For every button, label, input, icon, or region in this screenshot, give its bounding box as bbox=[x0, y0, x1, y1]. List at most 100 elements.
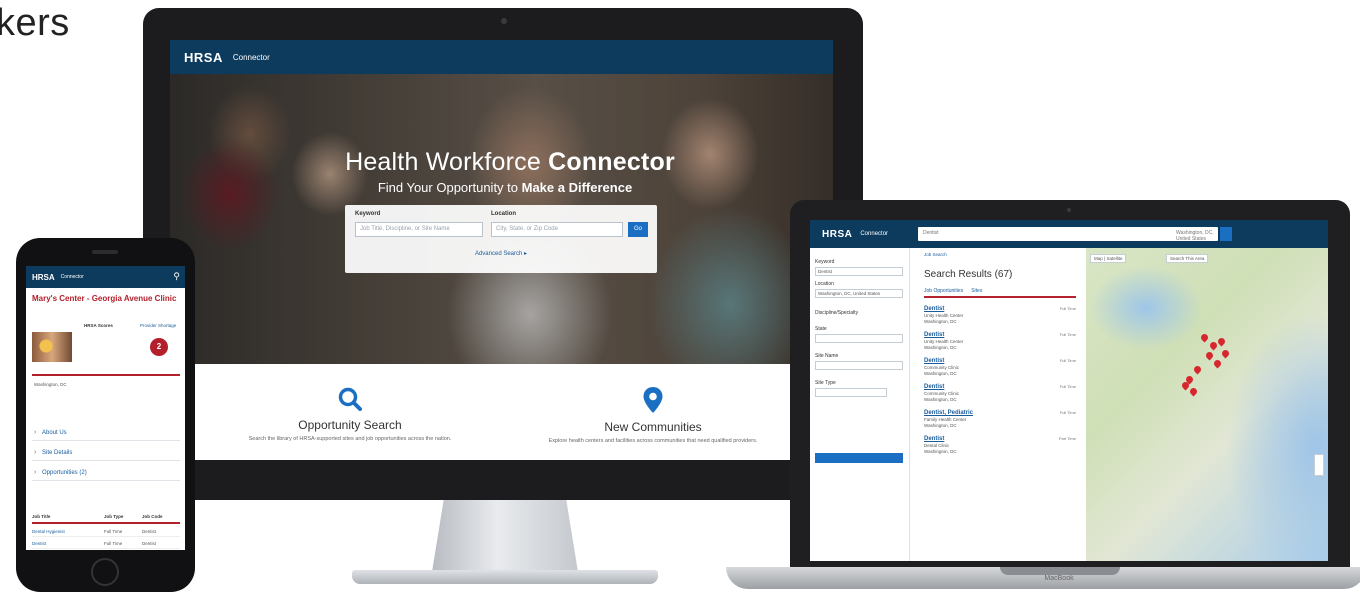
hrsa-logo[interactable]: HRSA bbox=[184, 50, 223, 65]
result-details: Dentist Community Clinic Washington, DC bbox=[924, 384, 1024, 402]
result-meta: Full Time bbox=[1059, 410, 1076, 415]
laptop-camera bbox=[1067, 208, 1071, 212]
map-pin[interactable] bbox=[1192, 364, 1203, 375]
result-item[interactable]: Dentist Unity Health Center Washington, DC… bbox=[924, 332, 1076, 350]
result-meta: Full Time bbox=[1059, 332, 1076, 337]
hero-banner: Health Workforce Connector Find Your Opp… bbox=[170, 74, 833, 364]
laptop-notch bbox=[1000, 567, 1120, 575]
result-meta: Full Time bbox=[1059, 358, 1076, 363]
tab-job-opportunities[interactable]: Job Opportunities bbox=[924, 288, 963, 294]
nav-about-us[interactable]: About Us bbox=[32, 426, 180, 441]
result-item[interactable]: Dentist Community Clinic Washington, DC Ful… bbox=[924, 358, 1076, 376]
result-line: Community Clinic bbox=[924, 391, 960, 396]
site-photo bbox=[32, 332, 72, 362]
filter-sidebar: Keyword Dentist Location Washington, DC,… bbox=[810, 248, 910, 561]
map-pin[interactable] bbox=[1188, 386, 1199, 397]
result-title-link[interactable]: Dentist bbox=[924, 332, 1024, 338]
mobile-search-icon[interactable]: ⚲ bbox=[173, 271, 180, 282]
advanced-search-link[interactable]: Advanced Search ▸ bbox=[345, 250, 657, 257]
header-search-location: Washington, DC, United States bbox=[1176, 230, 1214, 242]
feature-opportunity-search[interactable]: Opportunity Search Search the library of… bbox=[200, 386, 500, 442]
hero-subtitle-plain: Find Your Opportunity to bbox=[377, 180, 522, 195]
hero-subtitle-bold: Make a Difference bbox=[521, 180, 633, 195]
filter-discipline-label: Discipline/Specialty bbox=[815, 310, 859, 316]
result-item[interactable]: Dentist, Pediatric Family Health Center Wa… bbox=[924, 410, 1076, 428]
product-name: Connector bbox=[232, 52, 270, 62]
nav-opportunities[interactable]: Opportunities (2) bbox=[32, 466, 180, 481]
result-title-link[interactable]: Dentist bbox=[924, 384, 1024, 390]
mobile-site-header: HRSA Connector ⚲ bbox=[26, 266, 185, 288]
header-search-input[interactable]: Dentist Washington, DC, United States bbox=[918, 227, 1218, 242]
monitor-base bbox=[352, 570, 658, 584]
shortage-score-badge: 2 bbox=[150, 338, 168, 356]
search-icon bbox=[338, 387, 362, 411]
feature-title: Opportunity Search bbox=[298, 418, 402, 432]
map-pin[interactable] bbox=[1199, 332, 1210, 343]
filter-site-name-input[interactable] bbox=[815, 361, 903, 370]
result-title-link[interactable]: Dentist bbox=[924, 436, 1024, 442]
result-details: Dentist Unity Health Center Washington, DC bbox=[924, 306, 1024, 324]
filter-state-select[interactable] bbox=[815, 334, 903, 343]
map-pin[interactable] bbox=[1212, 358, 1223, 369]
result-line: Dental Clinic bbox=[924, 443, 950, 448]
map-type-chip[interactable]: Map | Satellite bbox=[1090, 254, 1127, 263]
map-pin[interactable] bbox=[1216, 336, 1227, 347]
cell-job-title[interactable]: Dental Hygienist bbox=[32, 529, 104, 536]
desktop-screen: HRSA Connector Health Workforce Connecto… bbox=[170, 40, 833, 460]
result-meta: Full Time bbox=[1059, 306, 1076, 311]
result-title-link[interactable]: Dentist bbox=[924, 358, 1024, 364]
results-map[interactable]: Map | Satellite Search This Area bbox=[1086, 248, 1328, 561]
header-search-keyword: Dentist bbox=[923, 230, 939, 236]
location-pin-icon bbox=[643, 387, 663, 413]
filter-location-input[interactable]: Washington, DC, United States bbox=[815, 289, 903, 298]
feature-title: New Communities bbox=[604, 420, 702, 434]
phone-home-button[interactable] bbox=[91, 558, 119, 586]
search-this-area-button[interactable]: Search This Area bbox=[1166, 254, 1209, 263]
cell-job-code: Dentist bbox=[142, 529, 157, 534]
hero-subtitle: Find Your Opportunity to Make a Differen… bbox=[320, 180, 690, 195]
search-submit-button[interactable]: Go bbox=[628, 222, 648, 237]
map-pin[interactable] bbox=[1220, 348, 1231, 359]
filter-state-label: State bbox=[815, 326, 827, 332]
hrsa-logo[interactable]: HRSA bbox=[32, 273, 55, 282]
desktop-site-header: HRSA Connector bbox=[170, 40, 833, 74]
feature-text: Search the library of HRSA-supported sit… bbox=[248, 436, 452, 442]
header-search-button[interactable] bbox=[1220, 227, 1232, 241]
feature-new-communities[interactable]: New Communities Explore health centers a… bbox=[503, 386, 803, 444]
col-job-title: Job Title bbox=[32, 514, 51, 519]
hrsa-score-label: HRSA Scores bbox=[84, 323, 113, 328]
phone-screen: HRSA Connector ⚲ Mary's Center - Georgia… bbox=[26, 266, 185, 550]
tab-sites[interactable]: Sites bbox=[971, 288, 982, 294]
results-breadcrumb[interactable]: Job Search bbox=[924, 252, 1076, 257]
results-panel: Job Search Search Results (67) Job Oppor… bbox=[918, 248, 1082, 561]
result-meta: Full Time bbox=[1059, 384, 1076, 389]
result-title-link[interactable]: Dentist bbox=[924, 306, 1024, 312]
table-row[interactable]: Dentist Full Time Dentist bbox=[32, 538, 180, 549]
hrsa-logo[interactable]: HRSA bbox=[822, 229, 852, 240]
result-details: Dentist Unity Health Center Washington, DC bbox=[924, 332, 1024, 350]
phone-speaker bbox=[92, 250, 118, 254]
cell-job-type: Full Time bbox=[104, 541, 123, 546]
hero-title-plain: Health Workforce bbox=[345, 148, 549, 176]
cell-job-type: Full Time bbox=[104, 529, 123, 534]
map-zoom-control[interactable] bbox=[1314, 454, 1324, 476]
product-name: Connector bbox=[60, 274, 84, 280]
filter-keyword-input[interactable]: Dentist bbox=[815, 267, 903, 276]
keyword-input[interactable]: Job Title, Discipline, or Site Name bbox=[355, 222, 483, 237]
cell-job-title[interactable]: Dentist bbox=[32, 541, 104, 548]
map-pin[interactable] bbox=[1204, 350, 1215, 361]
nav-site-details[interactable]: Site Details bbox=[32, 446, 180, 461]
filter-site-type-select[interactable] bbox=[815, 388, 887, 397]
result-item[interactable]: Dentist Community Clinic Washington, DC Ful… bbox=[924, 384, 1076, 402]
result-item[interactable]: Dentist Unity Health Center Washington, DC… bbox=[924, 306, 1076, 324]
location-input[interactable]: City, State, or Zip Code bbox=[491, 222, 623, 237]
monitor-camera bbox=[501, 18, 507, 24]
result-item[interactable]: Dentist Dental Clinic Washington, DC Part T… bbox=[924, 436, 1076, 454]
table-row[interactable]: Dental Hygienist Full Time Dentist bbox=[32, 526, 180, 537]
filter-submit-button[interactable] bbox=[815, 453, 903, 463]
laptop-brand: MacBook bbox=[1044, 575, 1074, 582]
section-divider bbox=[32, 374, 180, 376]
result-title-link[interactable]: Dentist, Pediatric bbox=[924, 410, 1024, 416]
laptop-site-header: HRSA Connector Dentist Washington, DC, U… bbox=[810, 220, 1328, 248]
cell-job-code: Dentist bbox=[142, 541, 157, 546]
